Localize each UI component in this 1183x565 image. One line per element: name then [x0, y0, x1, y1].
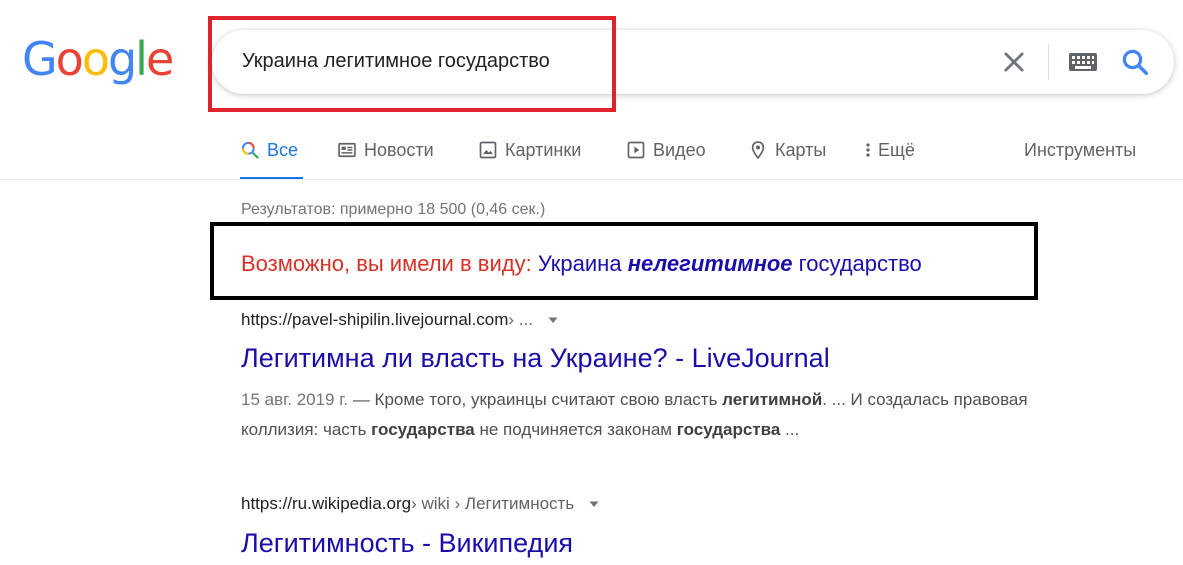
- cite-domain: https://pavel-shipilin.livejournal.com: [241, 310, 509, 329]
- cite-path: › ...: [508, 310, 533, 329]
- result-stats: Результатов: примерно 18 500 (0,46 сек.): [241, 201, 546, 218]
- snippet-bold: государства: [676, 420, 781, 439]
- did-you-mean: Возможно, вы имели в виду: Украина нелег…: [241, 251, 922, 277]
- snippet-text: ...: [780, 420, 800, 439]
- search-tabs: Все Новости Картинки Видео Карты Ещё Инс…: [0, 120, 1183, 180]
- logo-letter: e: [145, 32, 174, 86]
- tools-label: Инструменты: [1024, 139, 1137, 160]
- tools-button[interactable]: Инструменты: [1024, 138, 1136, 162]
- video-icon: [627, 141, 645, 159]
- tab-maps[interactable]: Карты: [748, 138, 826, 162]
- result-cite[interactable]: https://pavel-shipilin.livejournal.com ›…: [241, 310, 559, 330]
- chevron-down-icon[interactable]: [588, 498, 600, 510]
- search-divider: [1048, 44, 1049, 80]
- tab-images[interactable]: Картинки: [478, 138, 581, 162]
- more-vert-icon: [866, 143, 870, 157]
- did-you-mean-prefix: Возможно, вы имели в виду:: [241, 251, 532, 276]
- search-icon[interactable]: [1120, 47, 1150, 77]
- tab-label: Карты: [775, 139, 827, 160]
- tab-label: Картинки: [505, 139, 582, 160]
- cite-path: › wiki › Легитимность: [411, 494, 575, 513]
- tab-label: Все: [267, 139, 299, 160]
- logo-letter: g: [107, 32, 137, 86]
- tabs-divider: [0, 179, 1183, 180]
- logo-letter: l: [135, 32, 148, 86]
- result-title[interactable]: Легитимна ли власть на Украине? - LiveJo…: [241, 343, 830, 374]
- tab-all[interactable]: Все: [240, 138, 298, 162]
- news-icon: [338, 142, 356, 158]
- google-logo[interactable]: Google: [22, 32, 174, 86]
- snippet-bold: легитимной: [722, 390, 823, 409]
- search-input[interactable]: Украина легитимное государство: [242, 50, 550, 73]
- tab-label: Видео: [653, 139, 706, 160]
- tab-video[interactable]: Видео: [626, 138, 706, 162]
- tab-news[interactable]: Новости: [337, 138, 434, 162]
- search-box[interactable]: Украина легитимное государство: [212, 30, 1174, 94]
- keyboard-icon[interactable]: [1068, 52, 1098, 72]
- snippet-bold: государства: [371, 420, 475, 439]
- suggestion-bold: нелегитимное: [627, 251, 793, 276]
- tab-label: Ещё: [878, 139, 915, 160]
- chevron-down-icon[interactable]: [547, 314, 559, 326]
- logo-letter: G: [22, 32, 58, 86]
- result-snippet: 15 авг. 2019 г. — Кроме того, украинцы с…: [241, 385, 1061, 445]
- map-pin-icon: [751, 141, 765, 160]
- snippet-text: — Кроме того, украинцы считают свою влас…: [348, 390, 723, 409]
- suggestion-part: Украина: [537, 251, 622, 276]
- snippet-text: не подчиняется законам: [474, 420, 677, 439]
- did-you-mean-link[interactable]: Украина нелегитимное государство: [538, 251, 922, 276]
- logo-letter: o: [81, 32, 110, 86]
- logo-letter: o: [55, 32, 84, 86]
- tab-label: Новости: [364, 139, 434, 160]
- result-title[interactable]: Легитимность - Википедия: [241, 528, 573, 559]
- result-cite[interactable]: https://ru.wikipedia.org › wiki › Легити…: [241, 494, 600, 514]
- snippet-date: 15 авг. 2019 г.: [241, 390, 349, 409]
- search-icon: [241, 141, 259, 159]
- tab-more[interactable]: Ещё: [862, 138, 915, 162]
- cite-domain: https://ru.wikipedia.org: [241, 494, 412, 513]
- image-icon: [479, 141, 497, 159]
- suggestion-part: государство: [798, 251, 922, 276]
- clear-icon[interactable]: [1000, 48, 1028, 76]
